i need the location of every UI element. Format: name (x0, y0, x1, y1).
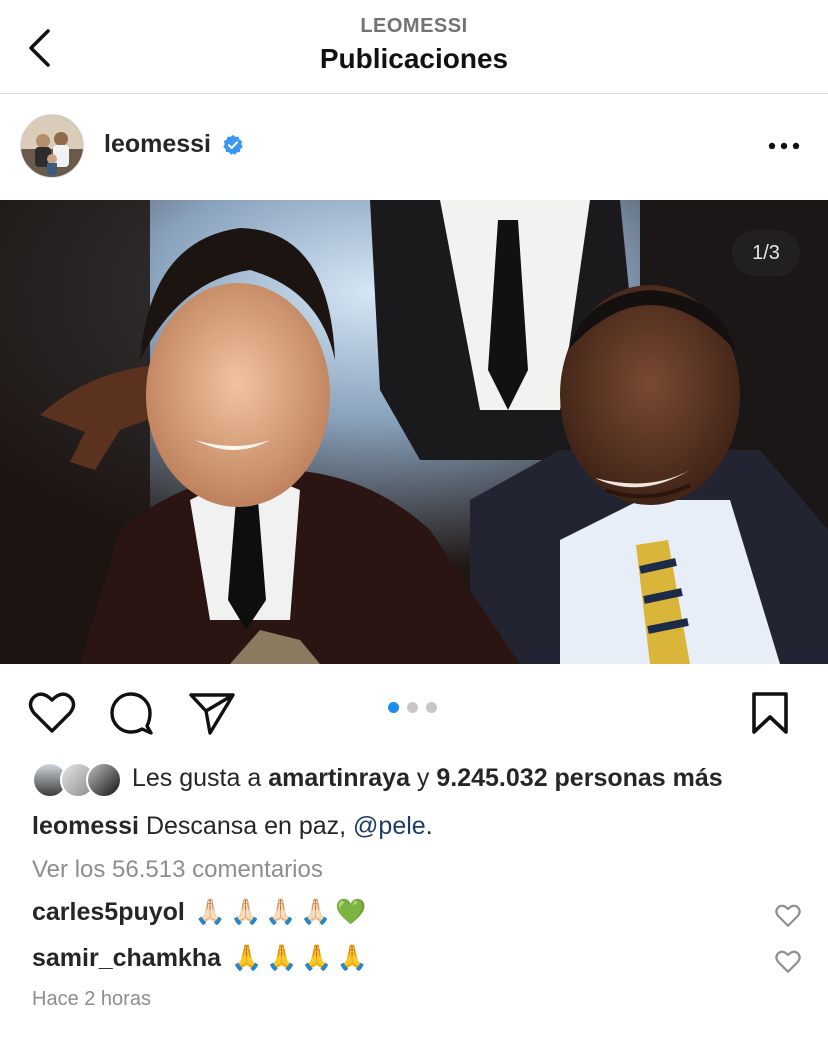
folded-hands-emoji: 🙏🏻 (230, 898, 262, 926)
carousel-dot (426, 702, 437, 713)
caption-text: Descansa en paz, (139, 812, 354, 840)
comment-text: 🙏 🙏 🙏 🙏 (231, 944, 368, 973)
likes-summary[interactable]: Les gusta a amartinraya y 9.245.032 pers… (0, 760, 828, 800)
heart-icon (775, 950, 801, 973)
post-photo[interactable]: 1/3 (0, 200, 828, 664)
save-button[interactable] (745, 688, 795, 738)
carousel-dot (388, 702, 399, 713)
comment-button[interactable] (107, 688, 157, 738)
likes-text: Les gusta a amartinraya y 9.245.032 pers… (132, 764, 723, 793)
bookmark-icon (752, 692, 788, 734)
image-counter: 1/3 (732, 230, 800, 276)
post-header: leomessi (0, 94, 828, 200)
caption-suffix: . (425, 812, 433, 840)
comment-username[interactable]: carles5puyol (32, 898, 185, 927)
folded-hands-emoji: 🙏🏻 (265, 898, 297, 926)
liker-username[interactable]: amartinraya (268, 764, 410, 792)
view-all-comments-link[interactable]: Ver los 56.513 comentarios (32, 856, 323, 884)
folded-hands-emoji: 🙏🏻 (300, 898, 332, 926)
folded-hands-emoji: 🙏 (231, 944, 263, 972)
post-username[interactable]: leomessi (104, 130, 211, 159)
comment-like-button[interactable] (774, 948, 802, 976)
more-options-button[interactable] (762, 132, 806, 160)
page-title: Publicaciones (319, 43, 509, 74)
folded-hands-emoji: 🙏 (301, 944, 333, 972)
top-nav-bar: LEOMESSI Publicaciones (0, 0, 828, 94)
verified-badge-icon (223, 134, 243, 155)
folded-hands-emoji: 🙏🏻 (194, 898, 226, 926)
heart-icon (28, 692, 76, 733)
folded-hands-emoji: 🙏 (266, 944, 298, 972)
comment-item: samir_chamkha 🙏 🙏 🙏 🙏 (32, 944, 368, 973)
post-timestamp: Hace 2 horas (32, 988, 151, 1010)
likes-conjunction: y (409, 764, 437, 792)
heart-icon (775, 904, 801, 927)
avatar (86, 762, 122, 798)
post-caption: leomessi Descansa en paz, @pele. (32, 812, 433, 841)
likes-prefix: Les gusta a (132, 764, 269, 792)
account-name-label: LEOMESSI (360, 15, 468, 37)
carousel-dot (407, 702, 418, 713)
more-horizontal-icon (768, 142, 800, 150)
comment-icon (110, 692, 153, 735)
comment-like-button[interactable] (774, 902, 802, 930)
caption-mention[interactable]: @pele (353, 812, 426, 840)
share-button[interactable] (187, 688, 237, 738)
comment-username[interactable]: samir_chamkha (32, 944, 221, 973)
comment-text: 🙏🏻 🙏🏻 🙏🏻 🙏🏻 💚 (195, 898, 367, 927)
green-heart-emoji: 💚 (335, 898, 367, 926)
avatar[interactable] (20, 114, 84, 178)
liker-avatars (32, 762, 122, 798)
send-icon (189, 693, 235, 735)
folded-hands-emoji: 🙏 (336, 944, 368, 972)
comment-item: carles5puyol 🙏🏻 🙏🏻 🙏🏻 🙏🏻 💚 (32, 898, 367, 927)
like-button[interactable] (27, 688, 77, 738)
post-actions-bar (0, 664, 828, 760)
caption-username[interactable]: leomessi (32, 812, 139, 840)
carousel-indicator (388, 702, 437, 713)
likes-count[interactable]: 9.245.032 personas más (436, 764, 722, 792)
